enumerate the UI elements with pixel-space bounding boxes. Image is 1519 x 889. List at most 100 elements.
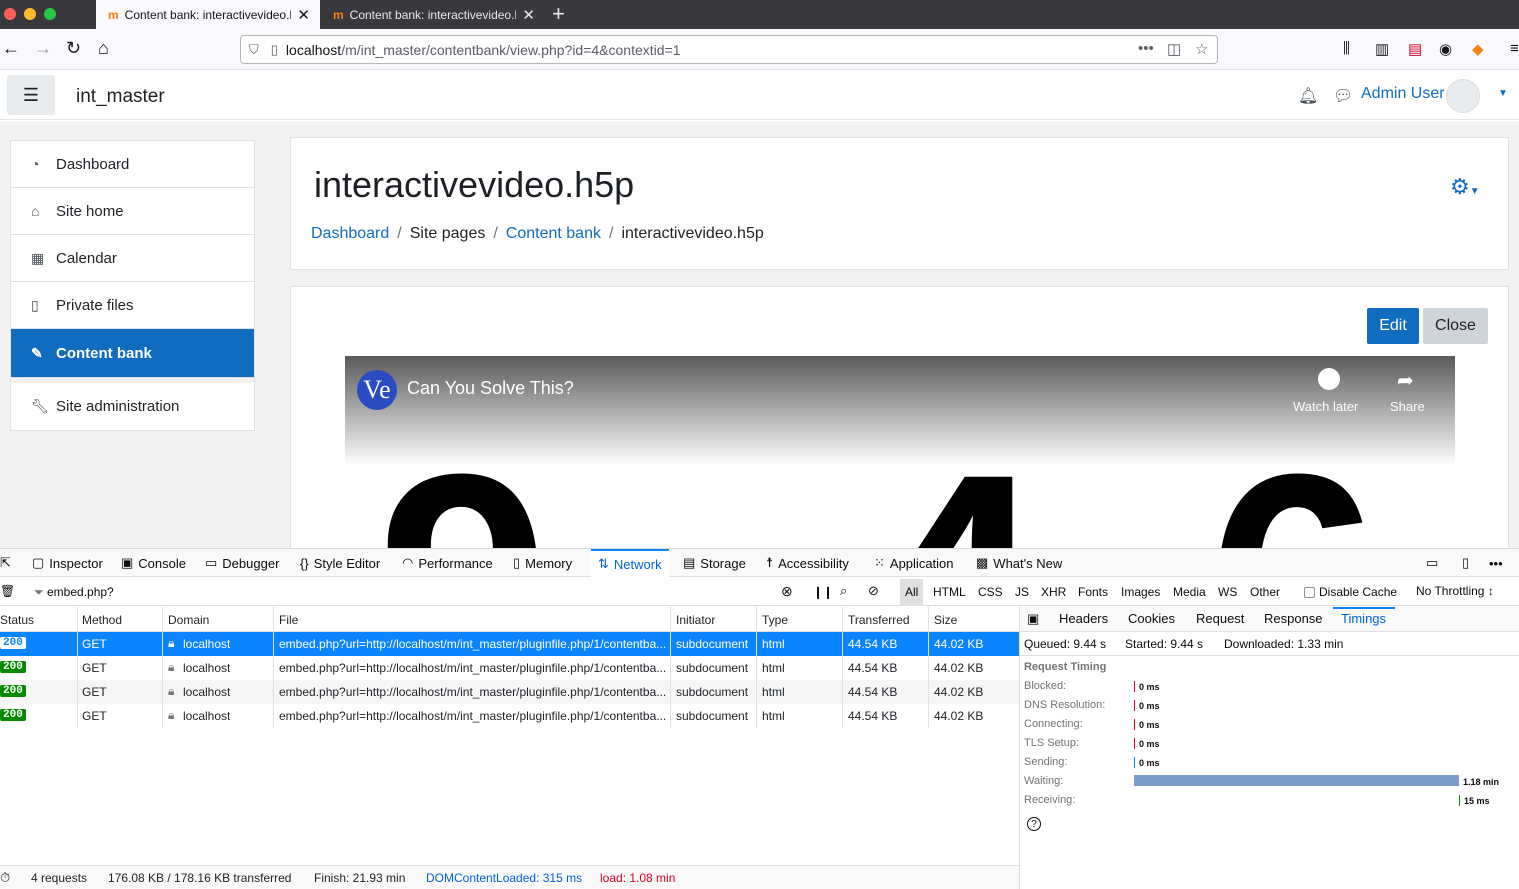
watch-later-label[interactable]: Watch later bbox=[1293, 399, 1358, 414]
breadcrumb-dashboard[interactable]: Dashboard bbox=[311, 225, 389, 243]
type-filter-fonts[interactable]: Fonts bbox=[1073, 579, 1113, 605]
clear-filter-icon[interactable]: ⊗ bbox=[781, 583, 793, 600]
browser-tab-active[interactable]: m Content bank: interactivevideo.h5p ✕ bbox=[96, 0, 320, 29]
toggle-sidebar-icon[interactable]: ▣ bbox=[1027, 611, 1039, 627]
column-size[interactable]: Size bbox=[934, 613, 957, 627]
tab-headers[interactable]: Headers bbox=[1059, 611, 1108, 626]
channel-logo[interactable]: Ve bbox=[357, 370, 397, 410]
column-divider[interactable] bbox=[756, 607, 757, 728]
menu-icon[interactable]: ≡ bbox=[1510, 40, 1519, 57]
tab-request[interactable]: Request bbox=[1196, 611, 1244, 626]
close-button[interactable]: Close bbox=[1423, 308, 1488, 344]
tab-whats-new[interactable]: ▩ What's New bbox=[976, 549, 1062, 577]
site-name[interactable]: int_master bbox=[76, 86, 165, 108]
tab-memory[interactable]: ▯ Memory bbox=[513, 549, 572, 577]
column-file[interactable]: File bbox=[279, 613, 298, 627]
column-initiator[interactable]: Initiator bbox=[676, 613, 715, 627]
column-divider[interactable] bbox=[77, 607, 78, 728]
table-row[interactable]: 200 GET 🔒︎ localhost embed.php?url=http:… bbox=[0, 656, 1019, 680]
tab-storage[interactable]: ▤ Storage bbox=[683, 549, 746, 577]
column-type[interactable]: Type bbox=[762, 613, 788, 627]
url-filter-input[interactable] bbox=[44, 582, 744, 602]
column-domain[interactable]: Domain bbox=[168, 613, 209, 627]
type-filter-ws[interactable]: WS bbox=[1213, 579, 1242, 605]
disable-cache-checkbox[interactable] bbox=[1304, 587, 1315, 598]
sidebar-item-calendar[interactable]: ▦ Calendar bbox=[11, 235, 254, 282]
forward-icon[interactable]: → bbox=[34, 38, 52, 59]
pause-icon[interactable]: ❙❙ bbox=[813, 585, 833, 599]
sidebar-item-site-home[interactable]: ⌂ Site home bbox=[11, 188, 254, 235]
stopwatch-icon[interactable]: ⏱ bbox=[0, 870, 10, 886]
reload-icon[interactable]: ↻ bbox=[66, 38, 81, 59]
breadcrumb-content-bank[interactable]: Content bank bbox=[506, 225, 601, 243]
close-window-button[interactable] bbox=[4, 8, 16, 20]
table-row[interactable]: 200 GET 🔒︎ localhost embed.php?url=http:… bbox=[0, 632, 1019, 656]
tab-timings[interactable]: Timings bbox=[1341, 611, 1386, 626]
type-filter-media[interactable]: Media bbox=[1168, 579, 1211, 605]
sidebar-item-private-files[interactable]: ▯ Private files bbox=[11, 282, 254, 329]
extension-icon[interactable]: ◆ bbox=[1472, 40, 1484, 58]
page-info-icon[interactable]: ▯ bbox=[271, 42, 278, 58]
home-icon[interactable]: ⌂ bbox=[98, 38, 109, 59]
library-icon[interactable]: ⫼ bbox=[1343, 40, 1350, 57]
disable-cache-label[interactable]: Disable Cache bbox=[1319, 585, 1397, 599]
tab-application[interactable]: ⁙ Application bbox=[874, 549, 954, 577]
close-tab-icon[interactable]: ✕ bbox=[522, 6, 535, 24]
drawer-toggle-button[interactable]: ☰ bbox=[7, 75, 55, 115]
type-filter-js[interactable]: JS bbox=[1010, 579, 1034, 605]
column-divider[interactable] bbox=[273, 607, 274, 728]
url-text[interactable]: localhost/m/int_master/contentbank/view.… bbox=[286, 42, 681, 58]
type-filter-images[interactable]: Images bbox=[1116, 579, 1165, 605]
block-icon[interactable]: ⊘ bbox=[868, 583, 879, 599]
back-icon[interactable]: ← bbox=[2, 38, 20, 59]
page-actions-icon[interactable]: ••• bbox=[1138, 40, 1154, 57]
user-menu-caret-icon[interactable]: ▼ bbox=[1498, 88, 1508, 99]
type-filter-other[interactable]: Other bbox=[1245, 579, 1285, 605]
notification-bell-icon[interactable]: 🔔︎ bbox=[1298, 86, 1318, 106]
account-icon[interactable]: ◉ bbox=[1439, 40, 1452, 58]
dock-icon[interactable]: ▯ bbox=[1462, 549, 1469, 577]
maximize-window-button[interactable] bbox=[44, 8, 56, 20]
url-bar[interactable]: ⛉ ▯ localhost/m/int_master/contentbank/v… bbox=[240, 35, 1218, 64]
type-filter-all[interactable]: All bbox=[900, 579, 924, 605]
column-divider[interactable] bbox=[670, 607, 671, 728]
reader-icon[interactable]: ▤ bbox=[1408, 40, 1422, 58]
share-label[interactable]: Share bbox=[1390, 399, 1425, 414]
tab-performance[interactable]: ◠ Performance bbox=[402, 549, 493, 577]
sidebar-item-site-administration[interactable]: 🔧︎ Site administration bbox=[11, 378, 254, 430]
column-status[interactable]: Status bbox=[0, 613, 34, 627]
type-filter-xhr[interactable]: XHR bbox=[1036, 579, 1071, 605]
table-row[interactable]: 200 GET 🔒︎ localhost embed.php?url=http:… bbox=[0, 680, 1019, 704]
type-filter-html[interactable]: HTML bbox=[928, 579, 971, 605]
devtools-menu-icon[interactable]: ••• bbox=[1489, 549, 1503, 577]
column-divider[interactable] bbox=[928, 607, 929, 728]
video-title[interactable]: Can You Solve This? bbox=[407, 378, 574, 399]
column-method[interactable]: Method bbox=[82, 613, 122, 627]
messages-icon[interactable]: 💬︎ bbox=[1333, 86, 1353, 106]
settings-gear-icon[interactable]: ⚙▼ bbox=[1450, 174, 1480, 200]
browser-tab[interactable]: m Content bank: interactivevideo.h5p ✕ bbox=[321, 0, 545, 29]
column-divider[interactable] bbox=[162, 607, 163, 728]
tracking-shield-icon[interactable]: ⛉ bbox=[249, 42, 259, 58]
element-picker-icon[interactable]: ⇱ bbox=[0, 549, 11, 577]
new-tab-icon[interactable]: + bbox=[552, 1, 565, 27]
h5p-video-player[interactable]: 9 4 6 Ve Can You Solve This? Watch later… bbox=[345, 356, 1455, 548]
tab-accessibility[interactable]: ☨ Accessibility bbox=[766, 549, 849, 577]
avatar[interactable] bbox=[1446, 79, 1480, 113]
tab-inspector[interactable]: ▢ Inspector bbox=[32, 549, 103, 577]
share-arrow-icon[interactable]: ➦ bbox=[1397, 368, 1414, 393]
tab-console[interactable]: ▣ Console bbox=[121, 549, 186, 577]
edit-button[interactable]: Edit bbox=[1367, 308, 1419, 344]
close-tab-icon[interactable]: ✕ bbox=[297, 6, 310, 24]
pocket-icon[interactable]: ◫ bbox=[1167, 40, 1181, 58]
sidebar-item-content-bank[interactable]: ✎ Content bank bbox=[11, 329, 254, 378]
table-row[interactable]: 200 GET 🔒︎ localhost embed.php?url=http:… bbox=[0, 704, 1019, 728]
tab-style-editor[interactable]: {} Style Editor bbox=[300, 549, 380, 577]
type-filter-css[interactable]: CSS bbox=[973, 579, 1008, 605]
clock-icon[interactable] bbox=[1318, 368, 1340, 390]
tab-debugger[interactable]: ▭ Debugger bbox=[205, 549, 279, 577]
tab-cookies[interactable]: Cookies bbox=[1128, 611, 1175, 626]
column-transferred[interactable]: Transferred bbox=[848, 613, 910, 627]
tab-response[interactable]: Response bbox=[1264, 611, 1323, 626]
sidebar-icon[interactable]: ▥ bbox=[1375, 40, 1389, 58]
